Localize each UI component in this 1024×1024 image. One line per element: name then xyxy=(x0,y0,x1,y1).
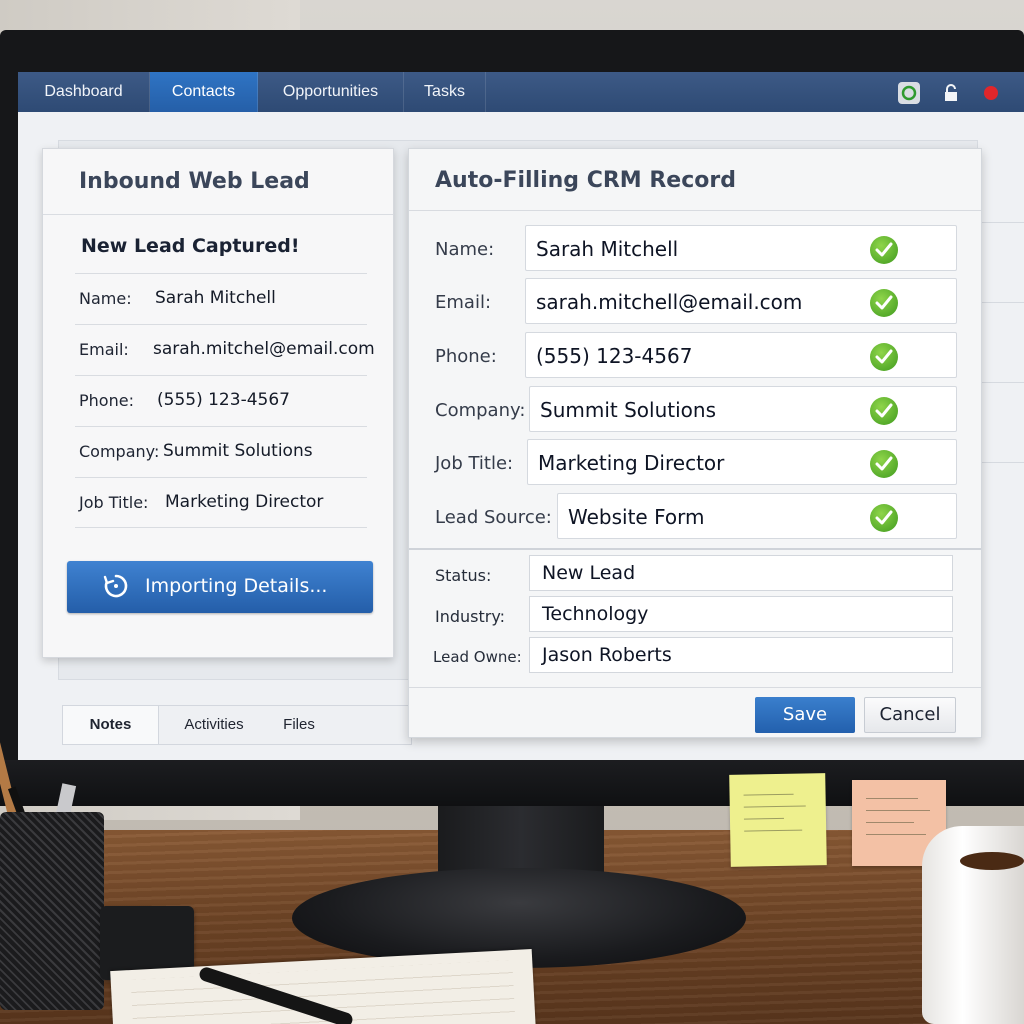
lead-card-title: Inbound Web Lead xyxy=(79,169,310,194)
crm-card-header: Auto-Filling CRM Record xyxy=(409,149,981,211)
lead-field-value: Summit Solutions xyxy=(163,441,313,461)
crm-field-value: Website Form xyxy=(568,505,705,529)
crm-field-value: sarah.mitchell@email.com xyxy=(536,290,803,314)
crm-field-email[interactable]: sarah.mitchell@email.com xyxy=(525,278,957,324)
check-circle-icon xyxy=(870,289,898,317)
crm-record-card: Auto-Filling CRM Record Name: Sarah Mitc… xyxy=(408,148,982,738)
lead-field-value: sarah.mitchel@email.com xyxy=(153,339,375,359)
crm-label-phone: Phone: xyxy=(435,346,497,367)
crm-field-value: Jason Roberts xyxy=(542,644,672,666)
status-icon[interactable] xyxy=(898,82,920,104)
note-scribble xyxy=(743,805,806,808)
lead-field-job-title: Job Title: Marketing Director xyxy=(75,477,367,528)
crm-field-value: Sarah Mitchell xyxy=(536,237,679,261)
lead-field-label: Name: xyxy=(79,289,132,308)
refresh-icon xyxy=(103,573,129,599)
check-circle-icon xyxy=(870,343,898,371)
note-scribble xyxy=(744,829,803,832)
lead-field-label: Phone: xyxy=(79,391,134,410)
tab-dashboard[interactable]: Dashboard xyxy=(18,72,150,112)
crm-card-title: Auto-Filling CRM Record xyxy=(435,168,736,193)
crm-field-value: Marketing Director xyxy=(538,451,725,475)
importing-details-button[interactable]: Importing Details... xyxy=(67,561,373,613)
record-tabs: Notes Activities Files xyxy=(62,705,412,745)
crm-field-lead-owner[interactable]: Jason Roberts xyxy=(529,637,953,673)
crm-field-job-title[interactable]: Marketing Director xyxy=(527,439,957,485)
note-scribble xyxy=(866,834,926,835)
top-navigation-bar: Dashboard Contacts Opportunities Tasks xyxy=(18,72,1024,112)
crm-screen: Dashboard Contacts Opportunities Tasks N… xyxy=(18,72,1024,760)
note-scribble xyxy=(866,798,918,799)
close-icon[interactable] xyxy=(980,82,1002,104)
crm-label-lead-source: Lead Source: xyxy=(435,507,552,528)
crm-field-name[interactable]: Sarah Mitchell xyxy=(525,225,957,271)
lead-field-label: Email: xyxy=(79,340,129,359)
lead-field-name: Name: Sarah Mitchell xyxy=(75,273,367,324)
lead-field-phone: Phone: (555) 123-4567 xyxy=(75,375,367,426)
note-scribble xyxy=(743,793,794,796)
lead-field-value: Sarah Mitchell xyxy=(155,288,276,308)
check-circle-icon xyxy=(870,397,898,425)
crm-label-job-title: Job Title: xyxy=(435,453,514,474)
crm-label-industry: Industry: xyxy=(435,607,506,626)
crm-label-lead-owner: Lead Owne: xyxy=(433,648,522,666)
crm-field-value: (555) 123-4567 xyxy=(536,344,693,368)
crm-field-phone[interactable]: (555) 123-4567 xyxy=(525,332,957,378)
lead-field-email: Email: sarah.mitchel@email.com xyxy=(75,324,375,375)
crm-field-value: Technology xyxy=(542,603,649,625)
crm-label-company: Company: xyxy=(435,400,526,421)
tab-tasks[interactable]: Tasks xyxy=(404,72,486,112)
tab-contacts[interactable]: Contacts xyxy=(150,72,258,112)
cancel-button[interactable]: Cancel xyxy=(864,697,956,733)
note-scribble xyxy=(866,822,914,823)
lead-card-header: Inbound Web Lead xyxy=(43,149,393,215)
lead-field-label: Job Title: xyxy=(79,493,149,512)
sticky-note-yellow xyxy=(729,773,827,867)
crm-label-email: Email: xyxy=(435,292,492,313)
note-scribble xyxy=(866,810,930,811)
background-row xyxy=(978,462,1024,463)
crm-field-value: New Lead xyxy=(542,562,636,584)
crm-field-value: Summit Solutions xyxy=(540,398,716,422)
section-divider xyxy=(409,548,981,550)
lead-field-value: Marketing Director xyxy=(165,492,324,512)
crm-field-lead-source[interactable]: Website Form xyxy=(557,493,957,539)
tab-files[interactable]: Files xyxy=(269,706,329,744)
background-row xyxy=(978,302,1024,303)
inbound-lead-card: Inbound Web Lead New Lead Captured! Name… xyxy=(42,148,394,658)
tab-opportunities[interactable]: Opportunities xyxy=(258,72,404,112)
crm-card-footer: Save Cancel xyxy=(409,687,981,737)
save-button[interactable]: Save xyxy=(755,697,855,733)
lead-field-label: Company: xyxy=(79,442,160,461)
coffee xyxy=(960,852,1024,870)
crm-label-status: Status: xyxy=(435,566,492,585)
check-circle-icon xyxy=(870,504,898,532)
lead-card-subtitle: New Lead Captured! xyxy=(81,235,300,257)
check-circle-icon xyxy=(870,450,898,478)
lead-field-value: (555) 123-4567 xyxy=(157,390,290,410)
pen-holder xyxy=(0,812,104,1010)
crm-label-name: Name: xyxy=(435,239,495,260)
tab-notes[interactable]: Notes xyxy=(63,706,159,744)
background-row xyxy=(978,222,1024,223)
importing-details-label: Importing Details... xyxy=(145,575,328,597)
note-scribble xyxy=(743,817,784,820)
crm-field-status[interactable]: New Lead xyxy=(529,555,953,591)
background-row xyxy=(978,382,1024,383)
lead-field-company: Company: Summit Solutions xyxy=(75,426,367,477)
lock-icon[interactable] xyxy=(940,82,962,104)
crm-field-company[interactable]: Summit Solutions xyxy=(529,386,957,432)
crm-field-industry[interactable]: Technology xyxy=(529,596,953,632)
tab-activities[interactable]: Activities xyxy=(163,706,265,744)
check-circle-icon xyxy=(870,236,898,264)
